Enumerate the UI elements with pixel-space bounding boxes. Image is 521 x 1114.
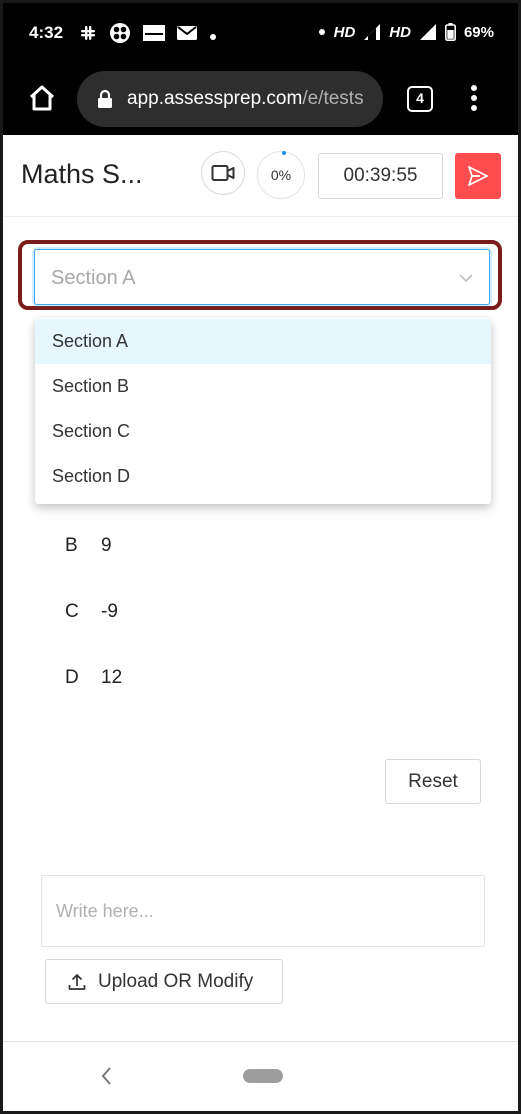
reset-button[interactable]: Reset [385,759,481,804]
network-label: HD [333,23,356,41]
upload-button[interactable]: Upload OR Modify [45,959,283,1004]
video-camera-button[interactable] [201,151,245,195]
status-bar: 4:32 HD HD 69% [3,3,518,65]
app-grid-icon [109,22,131,48]
slack-icon [79,24,97,46]
browser-toolbar: app.assessprep.com/e/tests 4 [3,65,518,135]
signal-icon [364,24,381,40]
section-select[interactable]: Section A [34,249,490,305]
url-text: app.assessprep.com/e/tests [127,88,364,109]
address-bar[interactable]: app.assessprep.com/e/tests [77,71,383,127]
notification-dot-icon [209,25,217,45]
more-menu-icon[interactable] [471,85,477,115]
page-title: Maths S... [21,159,143,189]
test-header: Maths S... 0% 00:39:55 [3,135,518,217]
upload-label: Upload OR Modify [98,970,254,992]
option-letter: D [65,667,79,688]
back-icon[interactable] [99,1064,113,1088]
answer-option[interactable]: C -9 [65,601,118,623]
home-icon[interactable] [27,83,57,113]
option-letter: C [65,601,79,622]
notification-dot-icon [318,29,325,35]
submit-button[interactable] [455,153,501,199]
answer-option[interactable]: B9 [65,535,112,557]
answer-textbox[interactable]: Write here... [41,875,485,947]
mail-icon [177,25,197,45]
chevron-down-icon [459,274,473,283]
progress-dot [282,151,286,155]
tab-switcher-button[interactable]: 4 [407,86,433,112]
send-icon [468,166,488,186]
section-dropdown: Section A Section B Section C Section D [35,318,491,504]
battery-icon [444,23,456,41]
system-nav-bar [3,1041,518,1111]
network-label: HD [389,23,411,41]
lock-icon [98,89,112,108]
section-option[interactable]: Section C [35,409,491,454]
section-select-value: Section A [51,267,136,289]
news-icon [143,24,165,46]
section-option[interactable]: Section B [35,364,491,409]
answer-option[interactable]: D 12 [65,667,122,689]
option-value: -9 [101,601,118,622]
option-letter: B [65,535,78,556]
status-time: 4:32 [29,23,64,42]
battery-level: 69% [463,23,494,41]
section-option[interactable]: Section A [35,319,491,364]
home-pill[interactable] [243,1069,283,1083]
screen: 4:32 HD HD 69% app.assessprep.com/e/test… [0,0,521,1114]
option-value: 9 [101,535,112,556]
progress-indicator: 0% [257,151,305,199]
countdown-timer: 00:39:55 [318,153,443,199]
section-option[interactable]: Section D [35,454,491,499]
video-camera-icon [211,165,235,181]
signal-icon [419,24,436,40]
upload-icon [68,973,86,990]
option-value: 12 [101,667,123,688]
